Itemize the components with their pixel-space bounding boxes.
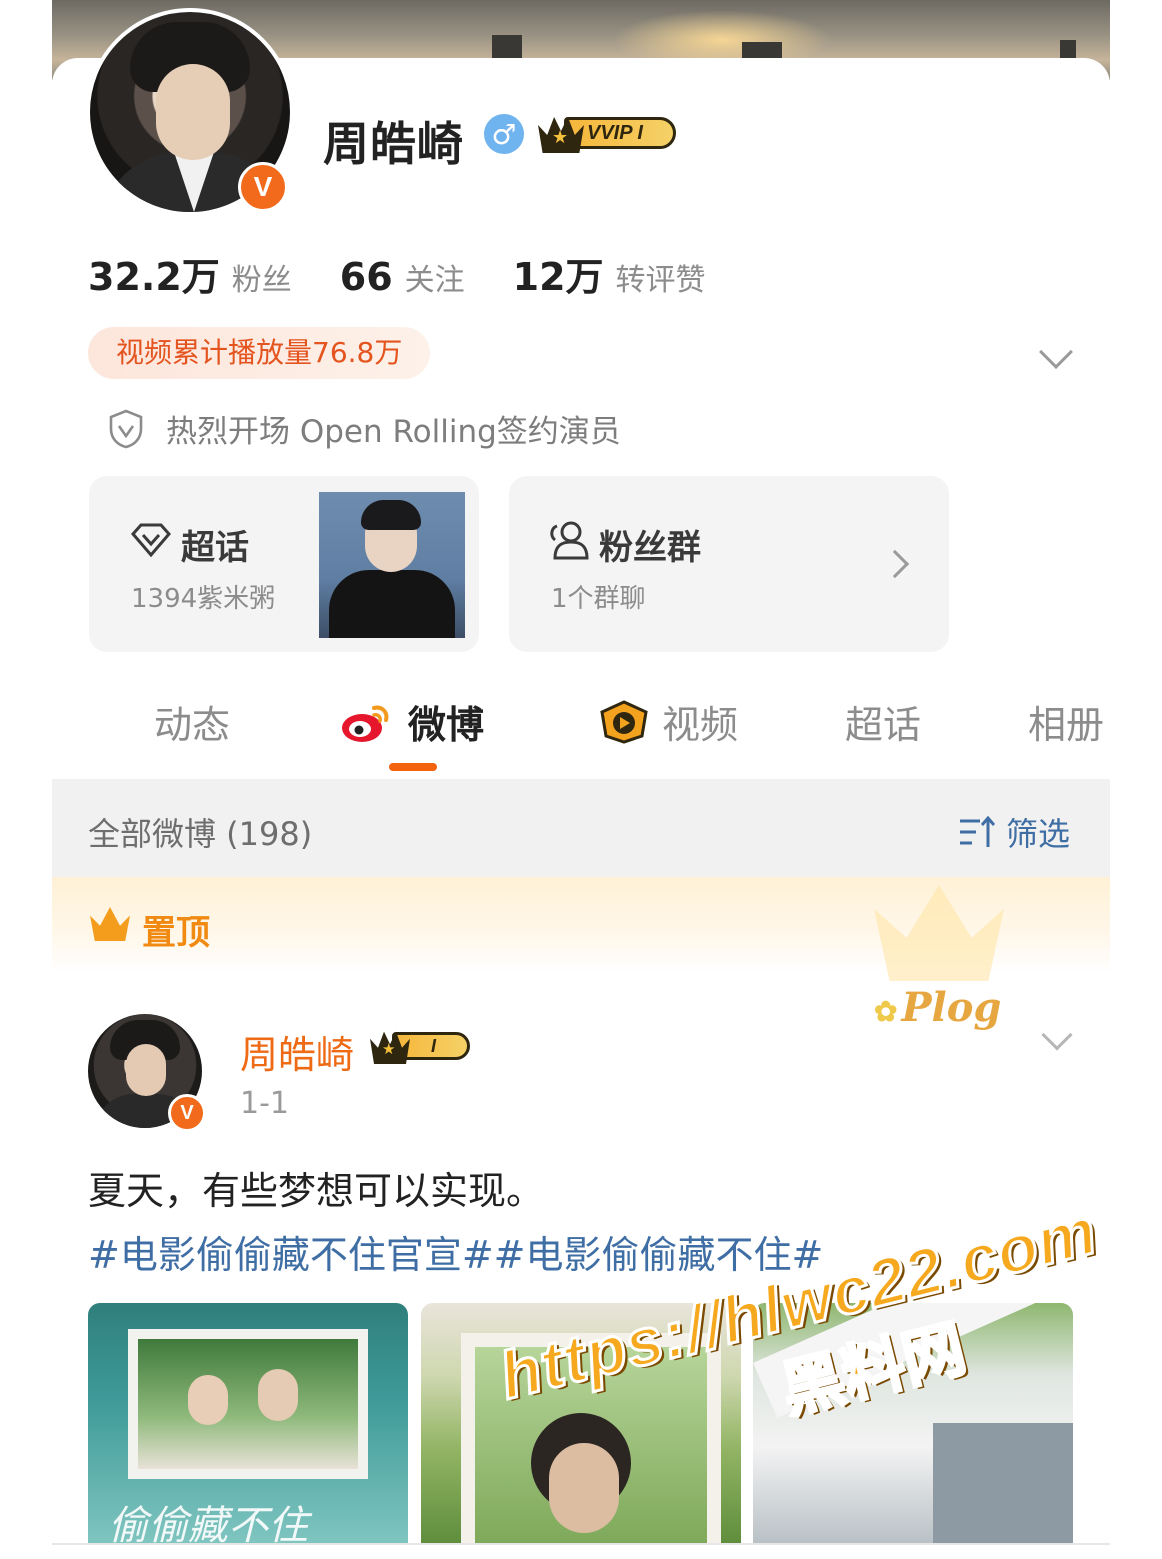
- vip-level-badge[interactable]: I: [370, 1028, 474, 1064]
- pinned-banner: 置顶: [52, 877, 1110, 981]
- filter-label: 筛选: [1005, 815, 1070, 853]
- signing-info: 热烈开场 Open Rolling签约演员: [108, 406, 621, 451]
- vvip-badge[interactable]: VVIP I: [538, 113, 684, 153]
- video-badge-icon: [600, 699, 648, 744]
- interactions-label[interactable]: 转评赞: [616, 255, 706, 299]
- cover-silhouette: [492, 35, 522, 59]
- profile-name: 周皓崎: [323, 117, 464, 171]
- followers-count[interactable]: 32.2万: [88, 246, 220, 301]
- chevron-right-icon: [880, 549, 910, 579]
- verified-badge-icon: V: [238, 162, 288, 212]
- post-date: 1-1: [240, 1086, 289, 1121]
- tab-dynamics[interactable]: 动态: [154, 694, 230, 749]
- movie-title-script: 偷偷藏不住: [108, 1503, 308, 1543]
- filter-button[interactable]: 筛选: [958, 809, 1070, 855]
- flower-icon: ✿: [874, 995, 898, 1028]
- post-hashtags[interactable]: #电影偷偷藏不住官宣##电影偷偷藏不住#: [88, 1224, 823, 1279]
- plog-decoration: ✿ Plog: [874, 984, 1002, 1031]
- shield-icon: [109, 409, 143, 448]
- crown-decoration-icon: [874, 885, 1004, 981]
- followers-label[interactable]: 粉丝: [232, 255, 292, 299]
- diamond-icon: [131, 523, 171, 558]
- fan-group-title: 粉丝群: [599, 528, 701, 568]
- active-tab-indicator: [389, 763, 437, 771]
- super-topic-title: 超话: [181, 528, 249, 568]
- post-author-name[interactable]: 周皓崎: [240, 1024, 354, 1079]
- tab-video[interactable]: 视频: [596, 694, 738, 749]
- super-topic-subtitle: 1394紫米粥: [131, 584, 276, 614]
- weibo-logo-icon: [342, 705, 389, 742]
- filter-sort-icon: [959, 815, 996, 847]
- profile-tabs: 动态 微博 视频 超话 相册: [0, 694, 1162, 754]
- tab-super-topic[interactable]: 超话: [845, 694, 921, 749]
- super-topic-photo: [319, 492, 465, 638]
- verified-badge-icon: V: [168, 1094, 206, 1132]
- divider: [52, 1543, 1110, 1545]
- crown-icon: [90, 907, 130, 941]
- group-icon: [550, 521, 589, 560]
- cover-silhouette: [1060, 40, 1076, 60]
- tab-weibo[interactable]: 微博: [340, 694, 484, 749]
- signing-text: 热烈开场 Open Rolling签约演员: [166, 414, 621, 450]
- following-count[interactable]: 66: [340, 255, 393, 299]
- video-plays-pill[interactable]: 视频累计播放量76.8万: [88, 327, 431, 379]
- fan-group-subtitle: 1个群聊: [551, 584, 646, 614]
- post-text: 夏天，有些梦想可以实现。: [88, 1169, 545, 1213]
- interactions-count[interactable]: 12万: [513, 246, 604, 301]
- fan-group-card[interactable]: 粉丝群 1个群聊: [509, 476, 949, 652]
- following-label[interactable]: 关注: [405, 255, 465, 299]
- super-topic-card[interactable]: 超话 1394紫米粥: [89, 476, 479, 652]
- male-icon: ♂: [484, 114, 524, 154]
- all-posts-count[interactable]: 全部微博 (198): [88, 809, 312, 855]
- profile-stats: 32.2万 粉丝 66 关注 12万 转评赞: [88, 246, 754, 301]
- pinned-label: 置顶: [142, 913, 210, 953]
- post-image-1[interactable]: 偷偷藏不住: [88, 1303, 408, 1543]
- feed-filter-bar: 全部微博 (198) 筛选: [52, 779, 1110, 877]
- tab-album[interactable]: 相册: [1028, 694, 1104, 749]
